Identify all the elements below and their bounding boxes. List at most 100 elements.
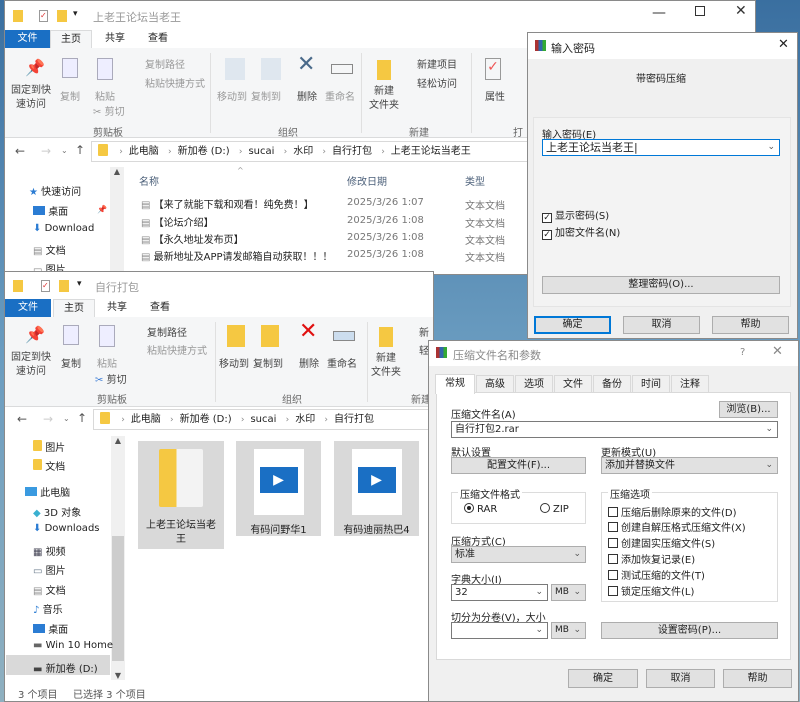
recent-dropdown[interactable]: ⌄ (63, 414, 70, 423)
paste-button[interactable]: 粘贴 (97, 355, 117, 370)
compression-method-select[interactable]: 标准 ⌄ (451, 546, 586, 563)
properties-icon[interactable]: ✓ (485, 58, 501, 80)
copy-to-button[interactable]: 复制到 (251, 88, 281, 103)
tab-backup[interactable]: 备份 (593, 375, 631, 393)
option-delete-after[interactable]: 压缩后删除原来的文件(D) (608, 504, 737, 519)
tab-share[interactable]: 共享 (97, 299, 137, 317)
breadcrumb-item[interactable]: 上老王论坛当老王 (391, 142, 471, 161)
back-button[interactable]: ← (15, 144, 25, 158)
minimize-button[interactable]: — (652, 5, 666, 21)
nav-downloads[interactable]: ⬇ Download (33, 223, 94, 234)
quick-access-dropdown-icon[interactable]: ▾ (77, 279, 82, 289)
split-unit-select[interactable]: MB ⌄ (551, 622, 586, 639)
properties-icon[interactable]: ✓ (39, 10, 48, 22)
breadcrumb-item[interactable]: 水印 (295, 410, 315, 429)
address-bar[interactable]: › 此电脑 › 新加卷 (D:) › sucai › 水印 › 自行打包 (93, 409, 433, 430)
up-button[interactable]: ↑ (75, 143, 85, 157)
copy-path-button[interactable]: 复制路径 (145, 56, 185, 71)
set-password-button[interactable]: 设置密码(P)... (601, 622, 778, 639)
quick-access-dropdown-icon[interactable]: ▾ (73, 9, 78, 19)
new-item-button[interactable]: 新 (419, 324, 429, 339)
dictionary-unit-select[interactable]: MB ⌄ (551, 584, 586, 601)
cancel-button[interactable]: 取消 (646, 669, 715, 688)
properties-button[interactable]: 属性 (485, 88, 505, 103)
breadcrumb-item[interactable]: 自行打包 (332, 142, 372, 161)
split-volumes-combo[interactable]: ⌄ (451, 622, 548, 639)
scroll-up-button[interactable]: ▲ (111, 436, 125, 445)
option-recovery-record[interactable]: 添加恢复记录(E) (608, 551, 695, 566)
breadcrumb-item[interactable]: 此电脑 (129, 142, 159, 161)
nav-win10-drive[interactable]: ▬ Win 10 Home (33, 640, 113, 651)
close-button[interactable]: ✕ (778, 37, 789, 52)
cut-button[interactable]: ✂ 剪切 (93, 103, 125, 118)
video-file-item[interactable]: ▶ 有码问野华1 (236, 441, 321, 536)
option-sfx[interactable]: 创建自解压格式压缩文件(X) (608, 519, 746, 534)
copy-button[interactable]: 复制 (61, 355, 81, 370)
breadcrumb-item[interactable]: 水印 (293, 142, 313, 161)
forward-button[interactable]: → (41, 144, 51, 158)
nav-documents-lib[interactable]: ▤ 文档 (33, 582, 66, 597)
rename-icon[interactable] (333, 331, 355, 341)
delete-icon[interactable]: ✕ (297, 52, 315, 77)
nav-videos[interactable]: ▦ 视频 (33, 543, 66, 558)
paste-icon[interactable] (99, 325, 115, 347)
password-input[interactable]: 上老王论坛当老王| ⌄ (542, 139, 780, 156)
breadcrumb-item[interactable]: sucai (248, 142, 274, 161)
nav-quick-access[interactable]: ★ 快速访问 (29, 183, 81, 198)
close-button[interactable]: ✕ (772, 344, 783, 359)
scroll-thumb[interactable] (112, 536, 124, 661)
tab-advanced[interactable]: 高级 (476, 375, 514, 393)
copy-icon[interactable] (63, 325, 79, 345)
organize-passwords-button[interactable]: 整理密码(O)... (542, 276, 780, 294)
delete-button[interactable]: 删除 (297, 88, 317, 103)
copy-to-button[interactable]: 复制到 (253, 355, 283, 370)
nav-desktop[interactable]: 桌面 (33, 203, 68, 218)
browse-button[interactable]: 浏览(B)... (719, 401, 778, 418)
tab-time[interactable]: 时间 (632, 375, 670, 393)
option-solid[interactable]: 创建固实压缩文件(S) (608, 535, 715, 550)
column-header-type[interactable]: 类型 (465, 173, 485, 188)
nav-scrollbar[interactable]: ▲ (110, 167, 124, 274)
file-row[interactable]: ▤ 【论坛介绍】 (141, 214, 214, 229)
show-password-checkbox[interactable]: ✓ 显示密码(S) (542, 207, 609, 223)
file-row[interactable]: ▤ 最新地址及APP请发邮箱自动获取！！！ (141, 248, 333, 263)
breadcrumb-item[interactable]: 自行打包 (334, 410, 374, 429)
copy-icon[interactable] (62, 58, 78, 78)
forward-button[interactable]: → (43, 412, 53, 426)
nav-documents[interactable]: 文档 (33, 458, 65, 473)
encrypt-filenames-checkbox[interactable]: ✓ 加密文件名(N) (542, 224, 620, 240)
copy-button[interactable]: 复制 (60, 88, 80, 103)
help-button[interactable]: 帮助 (712, 316, 789, 334)
format-rar-radio[interactable]: RAR (464, 503, 497, 515)
copy-path-button[interactable]: 复制路径 (147, 324, 187, 339)
file-row[interactable]: ▤ 【来了就能下载和观看！纯免费！】 (141, 196, 314, 211)
nav-documents[interactable]: ▤ 文档 (33, 242, 66, 257)
tab-view[interactable]: 查看 (140, 299, 180, 317)
tab-file[interactable]: 文件 (5, 30, 50, 48)
column-header-date[interactable]: 修改日期 (347, 173, 387, 188)
properties-icon[interactable]: ✓ (41, 280, 50, 292)
dictionary-size-combo[interactable]: 32 ⌄ (451, 584, 548, 601)
pin-quick-access-button[interactable]: 固定到快 速访问 (11, 351, 51, 379)
move-to-icon[interactable] (227, 325, 245, 347)
help-button[interactable]: 帮助 (723, 669, 792, 688)
tab-options[interactable]: 选项 (515, 375, 553, 393)
help-question-button[interactable]: ? (740, 347, 745, 358)
paste-shortcut-button[interactable]: 粘贴快捷方式 (147, 342, 207, 357)
back-button[interactable]: ← (17, 412, 27, 426)
tab-general[interactable]: 常规 (435, 374, 475, 394)
delete-button[interactable]: 删除 (299, 355, 319, 370)
maximize-button[interactable] (695, 6, 705, 16)
new-folder-icon[interactable] (377, 60, 391, 80)
ok-button[interactable]: 确定 (568, 669, 638, 688)
move-to-icon[interactable] (225, 58, 245, 80)
breadcrumb-item[interactable]: 新加卷 (D:) (178, 142, 230, 161)
profiles-button[interactable]: 配置文件(F)... (451, 457, 586, 474)
option-lock[interactable]: 锁定压缩文件(L) (608, 583, 694, 598)
move-to-button[interactable]: 移动到 (217, 88, 247, 103)
copy-to-icon[interactable] (261, 325, 279, 347)
chevron-down-icon[interactable]: ⌄ (767, 140, 775, 155)
format-zip-radio[interactable]: ZIP (540, 503, 569, 515)
rename-icon[interactable] (331, 64, 353, 74)
archive-name-combo[interactable]: 自行打包2.rar ⌄ (451, 421, 778, 438)
